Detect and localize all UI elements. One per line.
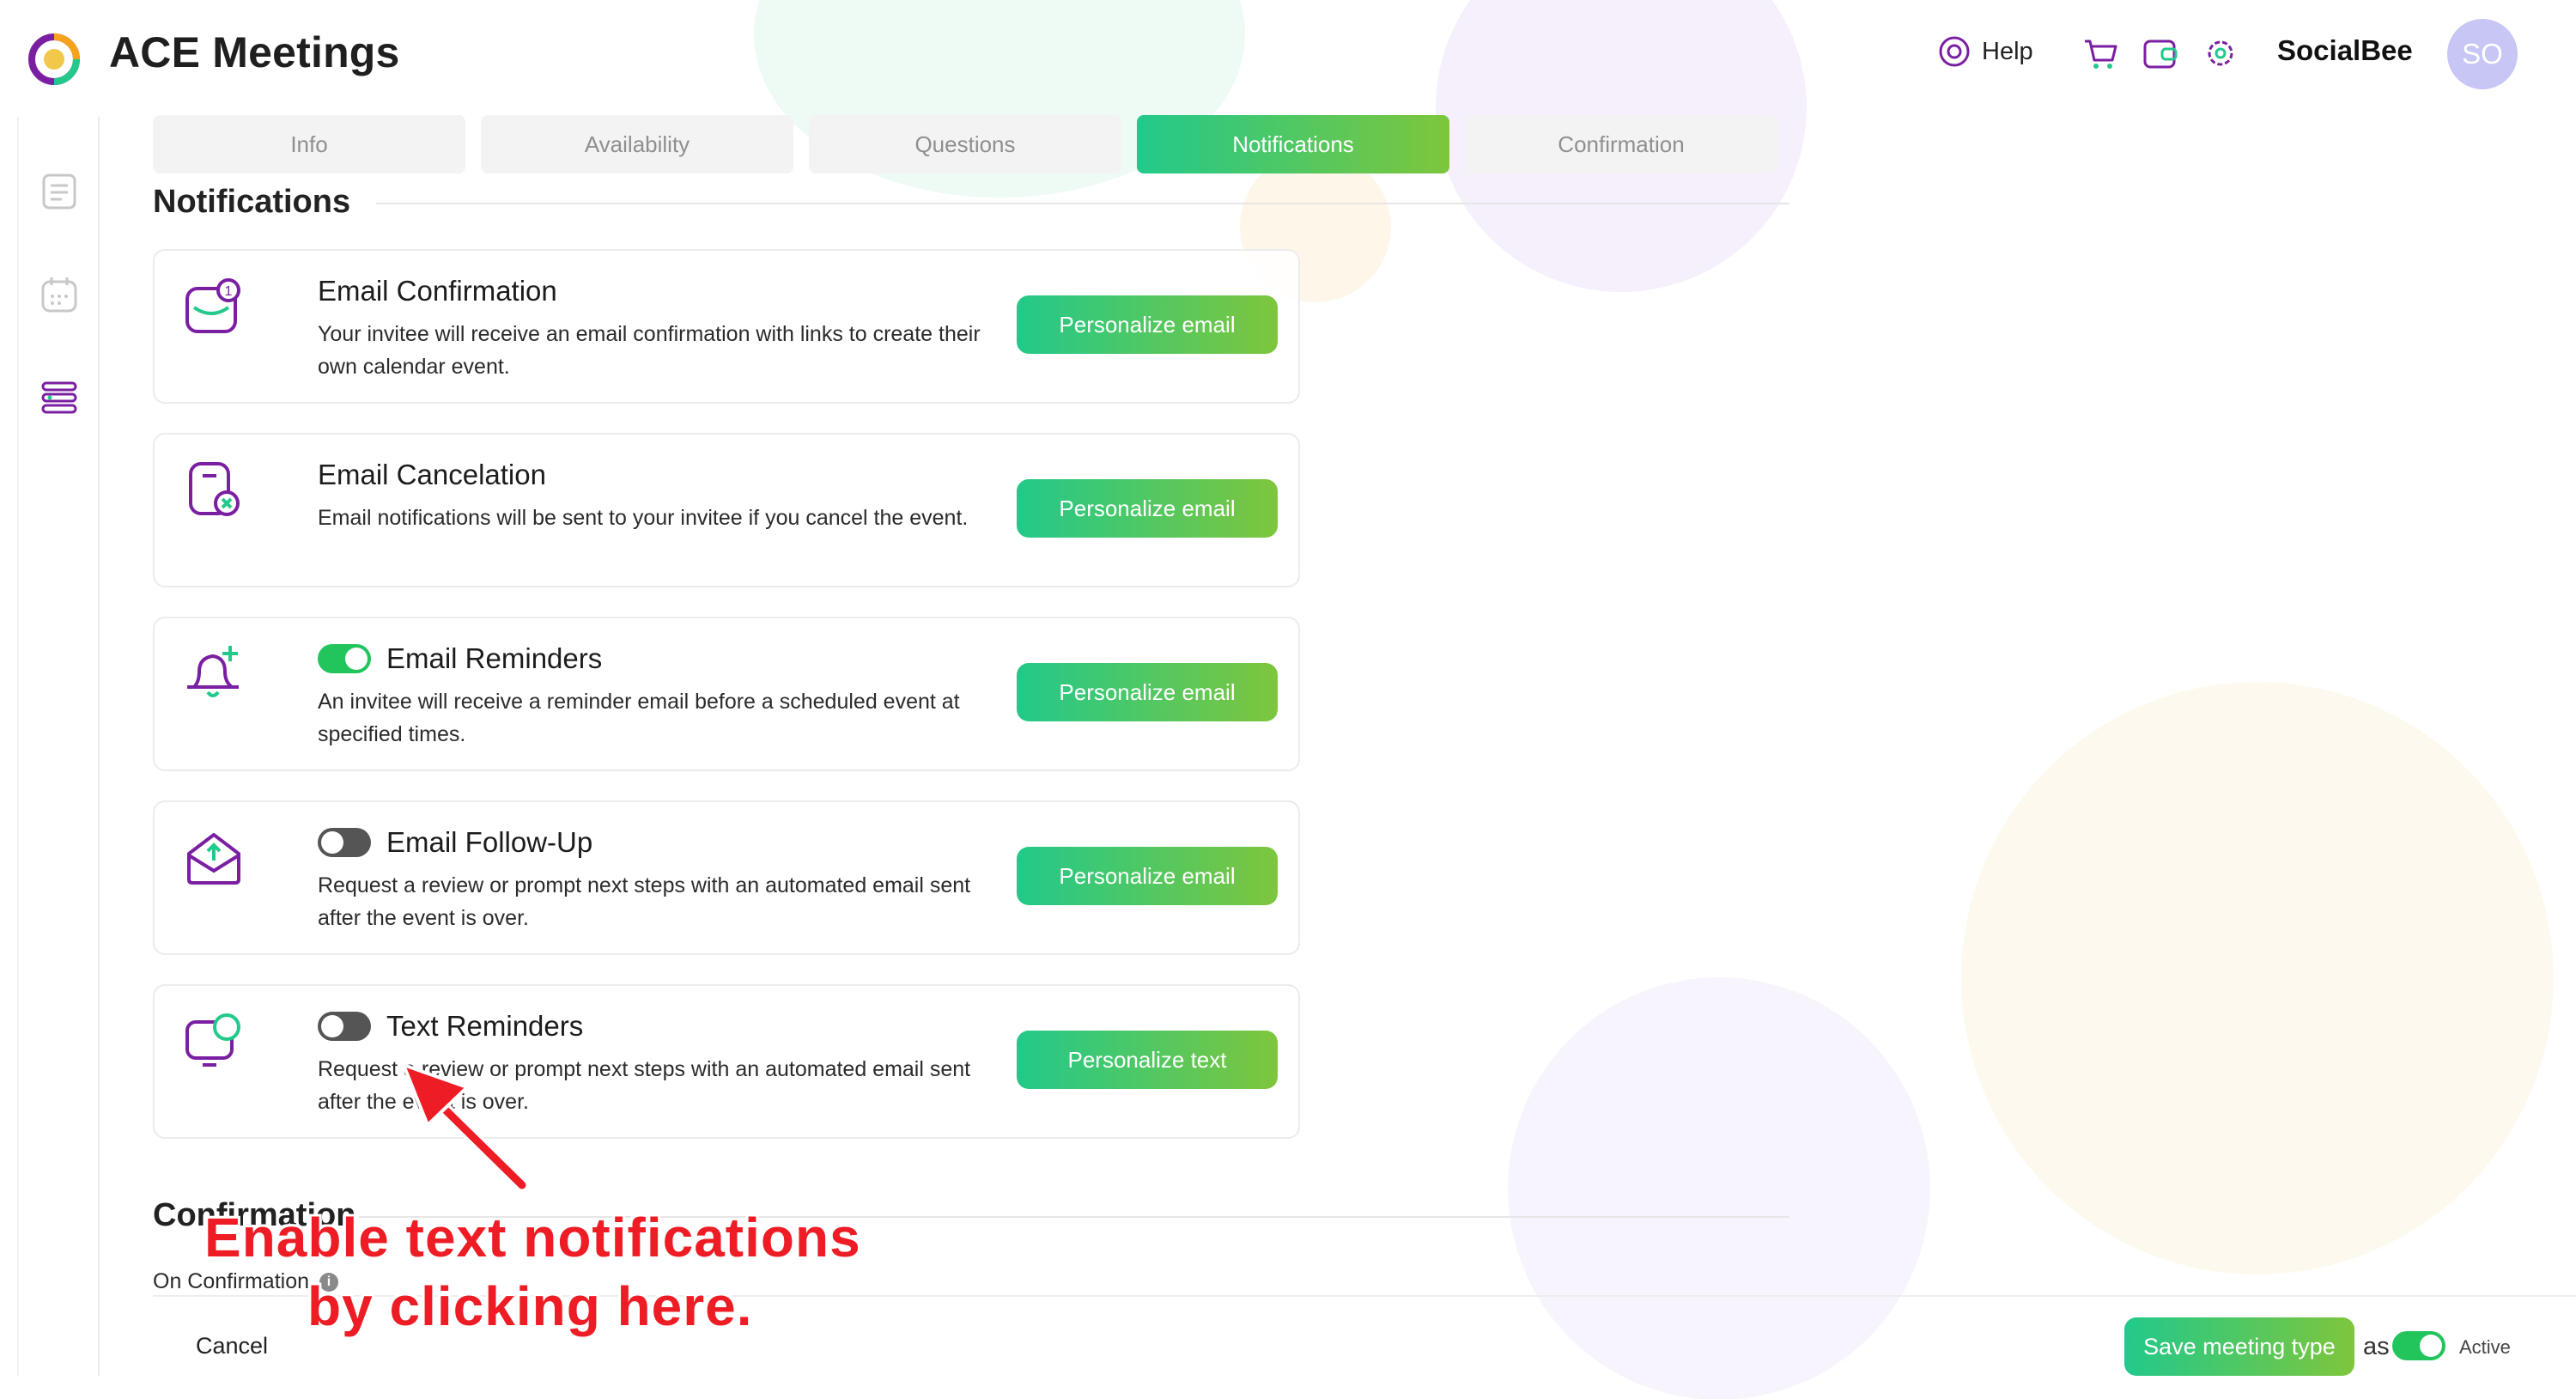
card-description: Request a review or prompt next steps wi… [318, 873, 971, 930]
notification-card-email-follow-up: Email Follow-Up Request a review or prom… [153, 800, 1300, 955]
notification-card-email-confirmation: 1 Email Confirmation Your invitee will r… [153, 249, 1300, 404]
help-icon [1939, 36, 1970, 67]
notification-card-email-cancelation: Email Cancelation Email notifications wi… [153, 433, 1300, 587]
on-confirmation-text: On Confirmation [153, 1269, 310, 1293]
tab-questions[interactable]: Questions [809, 115, 1121, 173]
email-confirmation-icon: 1 [185, 278, 240, 333]
email-cancel-icon [189, 462, 240, 516]
notification-card-email-reminders: Email Reminders An invitee will receive … [153, 617, 1300, 771]
svg-text:1: 1 [225, 284, 233, 299]
help-link[interactable]: Help [1937, 34, 2033, 69]
notification-card-text-reminders: Text Reminders Request a review or promp… [153, 984, 1300, 1139]
cart-icon[interactable] [2081, 34, 2119, 72]
text-reminders-toggle[interactable] [318, 1012, 371, 1041]
app-title: ACE Meetings [109, 28, 400, 76]
as-label: as [2363, 1333, 2390, 1360]
bell-plus-icon [187, 646, 239, 697]
email-follow-up-toggle[interactable] [318, 828, 371, 857]
card-description: An invitee will receive a reminder email… [318, 690, 960, 746]
notifications-divider [376, 203, 1789, 204]
personalize-email-button[interactable]: Personalize email [1017, 295, 1278, 354]
document-list-icon[interactable] [38, 170, 81, 213]
personalize-email-button[interactable]: Personalize email [1017, 847, 1278, 905]
wallet-icon[interactable] [2142, 34, 2179, 72]
annotation-line-1: Enable text notifications [204, 1207, 861, 1268]
active-toggle[interactable] [2392, 1331, 2445, 1360]
card-title-text: Email Cancelation [318, 459, 546, 490]
card-title: Email Reminders [318, 642, 602, 675]
cancel-button[interactable]: Cancel [196, 1333, 268, 1359]
bg-circle-peach-large [1961, 682, 2554, 1274]
annotation-arrow-icon [402, 1063, 529, 1192]
tab-notifications[interactable]: Notifications [1137, 115, 1449, 173]
bg-circle-lavender-bottom [1508, 977, 1930, 1399]
save-meeting-type-button[interactable]: Save meeting type [2124, 1317, 2354, 1376]
chat-screen-icon [185, 1013, 240, 1067]
card-title: Email Follow-Up [318, 826, 592, 859]
calendar-icon[interactable] [38, 273, 81, 316]
card-title-text: Email Reminders [386, 642, 603, 674]
notifications-heading: Notifications [153, 184, 351, 220]
personalize-text-button[interactable]: Personalize text [1017, 1031, 1278, 1089]
envelope-open-icon [187, 833, 240, 885]
avatar[interactable]: SO [2447, 19, 2518, 89]
annotation-line-2: by clicking here. [307, 1275, 753, 1337]
user-name: SocialBee [2277, 34, 2413, 66]
personalize-email-button[interactable]: Personalize email [1017, 479, 1278, 538]
card-title: Email Cancelation [318, 459, 546, 491]
card-description: Email notifications will be sent to your… [318, 506, 969, 530]
card-title-text: Email Follow-Up [386, 826, 593, 858]
card-title-text: Text Reminders [386, 1010, 584, 1042]
email-reminders-toggle[interactable] [318, 644, 371, 673]
card-title: Text Reminders [318, 1010, 583, 1043]
meeting-tabs: Info Availability Questions Notification… [153, 115, 1777, 173]
help-label: Help [1982, 37, 2033, 65]
tab-availability[interactable]: Availability [481, 115, 793, 173]
tab-info[interactable]: Info [153, 115, 465, 173]
personalize-email-button[interactable]: Personalize email [1017, 663, 1278, 721]
gear-icon[interactable] [2202, 34, 2239, 72]
left-sidebar [17, 117, 100, 1376]
card-title: Email Confirmation [318, 275, 557, 307]
active-label: Active [2459, 1336, 2511, 1358]
card-description: Your invitee will receive an email confi… [318, 322, 981, 379]
tab-confirmation[interactable]: Confirmation [1465, 115, 1777, 173]
settings-sliders-icon[interactable] [38, 376, 81, 419]
top-header: ACE Meetings Help SocialBee SO [0, 0, 2576, 110]
card-title-text: Email Confirmation [318, 275, 557, 307]
ace-logo-icon [28, 33, 80, 85]
